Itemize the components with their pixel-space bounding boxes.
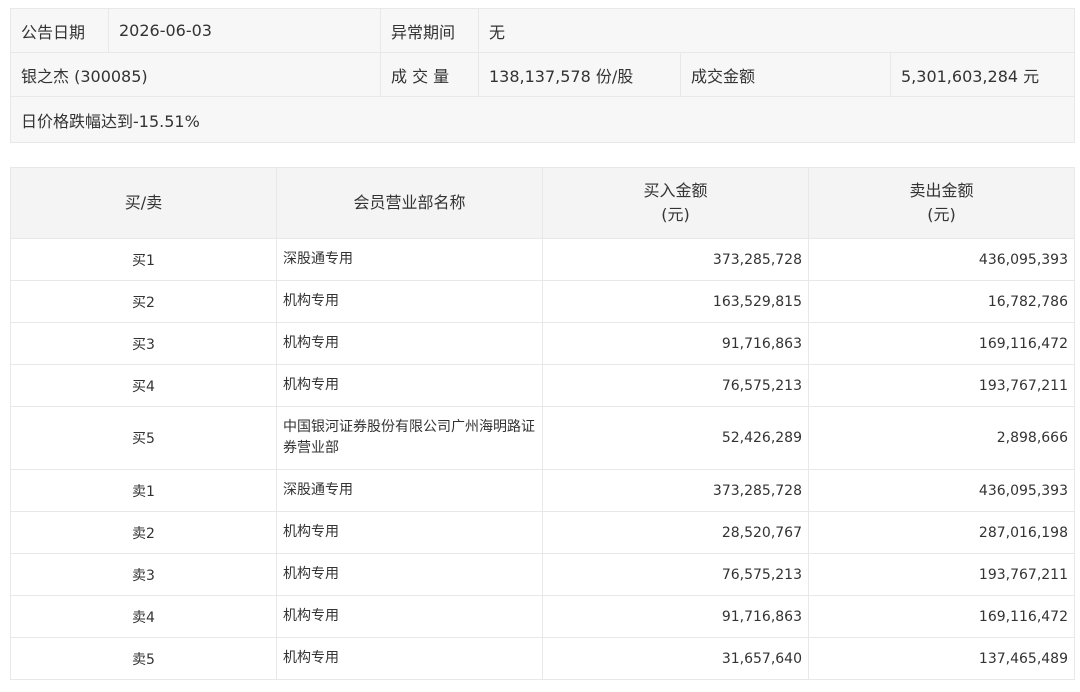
header-sell-amount-title: 卖出金额	[909, 181, 974, 200]
header-direction: 买/卖	[10, 167, 277, 239]
row-sell-amount: 2,898,666	[808, 406, 1075, 470]
header-buy-amount: 买入金额 (元)	[542, 167, 809, 239]
table-row: 买1 深股通专用 373,285,728 436,095,393	[10, 238, 1075, 281]
row-member-name: 机构专用	[276, 553, 543, 596]
row-member-name: 机构专用	[276, 364, 543, 407]
amount-label: 成交金额	[680, 52, 891, 97]
row-direction: 买1	[10, 238, 277, 281]
row-sell-amount: 287,016,198	[808, 511, 1075, 554]
row-sell-amount: 16,782,786	[808, 280, 1075, 323]
row-direction: 卖2	[10, 511, 277, 554]
table-row: 买3 机构专用 91,716,863 169,116,472	[10, 322, 1075, 365]
volume-label: 成 交 量	[380, 52, 479, 97]
row-direction: 买4	[10, 364, 277, 407]
row-buy-amount: 76,575,213	[542, 364, 809, 407]
row-member-name: 机构专用	[276, 280, 543, 323]
table-row: 买5 中国银河证券股份有限公司广州海明路证券营业部 52,426,289 2,8…	[10, 406, 1075, 470]
row-member-name: 机构专用	[276, 511, 543, 554]
abnormal-period-label: 异常期间	[380, 8, 479, 53]
header-sell-amount-unit: (元)	[927, 205, 956, 224]
row-buy-amount: 373,285,728	[542, 238, 809, 281]
row-buy-amount: 52,426,289	[542, 406, 809, 470]
row-sell-amount: 436,095,393	[808, 469, 1075, 512]
row-direction: 卖4	[10, 595, 277, 638]
trading-seats-table: 买/卖 会员营业部名称 买入金额 (元) 卖出金额 (元) 买1 深股通专用 3…	[10, 167, 1075, 680]
header-sell-amount: 卖出金额 (元)	[808, 167, 1075, 239]
row-buy-amount: 28,520,767	[542, 511, 809, 554]
row-direction: 买3	[10, 322, 277, 365]
info-row-reason: 日价格跌幅达到-15.51%	[9, 96, 1076, 143]
stock-name: 银之杰 (300085)	[10, 52, 381, 97]
header-buy-amount-unit: (元)	[661, 205, 690, 224]
row-direction: 卖3	[10, 553, 277, 596]
table-row: 卖1 深股通专用 373,285,728 436,095,393	[10, 469, 1075, 512]
row-buy-amount: 76,575,213	[542, 553, 809, 596]
row-direction: 卖5	[10, 637, 277, 680]
row-member-name: 深股通专用	[276, 469, 543, 512]
row-sell-amount: 169,116,472	[808, 595, 1075, 638]
listing-reason: 日价格跌幅达到-15.51%	[9, 96, 1076, 143]
row-sell-amount: 193,767,211	[808, 364, 1075, 407]
abnormal-period-value: 无	[477, 8, 1076, 53]
volume-value: 138,137,578 份/股	[478, 52, 681, 97]
info-row-trade-summary: 银之杰 (300085) 成 交 量 138,137,578 份/股 成交金额 …	[10, 52, 1076, 97]
row-member-name: 机构专用	[276, 322, 543, 365]
table-row: 买4 机构专用 76,575,213 193,767,211	[10, 364, 1075, 407]
row-buy-amount: 31,657,640	[542, 637, 809, 680]
row-sell-amount: 436,095,393	[808, 238, 1075, 281]
announce-date-value: 2026-06-03	[108, 8, 381, 53]
row-buy-amount: 373,285,728	[542, 469, 809, 512]
stock-info-table: 公告日期 2026-06-03 异常期间 无 银之杰 (300085) 成 交 …	[9, 8, 1076, 143]
table-row: 卖4 机构专用 91,716,863 169,116,472	[10, 595, 1075, 638]
row-member-name: 机构专用	[276, 595, 543, 638]
row-direction: 买2	[10, 280, 277, 323]
table-row: 卖2 机构专用 28,520,767 287,016,198	[10, 511, 1075, 554]
row-member-name: 机构专用	[276, 637, 543, 680]
amount-value: 5,301,603,284 元	[889, 52, 1076, 97]
row-sell-amount: 169,116,472	[808, 322, 1075, 365]
row-direction: 买5	[10, 406, 277, 470]
table-row: 买2 机构专用 163,529,815 16,782,786	[10, 280, 1075, 323]
row-sell-amount: 193,767,211	[808, 553, 1075, 596]
row-sell-amount: 137,465,489	[808, 637, 1075, 680]
table-row: 卖3 机构专用 76,575,213 193,767,211	[10, 553, 1075, 596]
row-buy-amount: 91,716,863	[542, 322, 809, 365]
row-direction: 卖1	[10, 469, 277, 512]
header-buy-amount-title: 买入金额	[643, 181, 708, 200]
header-member: 会员营业部名称	[276, 167, 543, 239]
table-header-row: 买/卖 会员营业部名称 买入金额 (元) 卖出金额 (元)	[10, 167, 1075, 239]
row-buy-amount: 163,529,815	[542, 280, 809, 323]
info-row-announce: 公告日期 2026-06-03 异常期间 无	[10, 8, 1076, 53]
row-buy-amount: 91,716,863	[542, 595, 809, 638]
table-row: 卖5 机构专用 31,657,640 137,465,489	[10, 637, 1075, 680]
announce-date-label: 公告日期	[10, 8, 109, 53]
row-member-name: 中国银河证券股份有限公司广州海明路证券营业部	[276, 406, 543, 470]
row-member-name: 深股通专用	[276, 238, 543, 281]
